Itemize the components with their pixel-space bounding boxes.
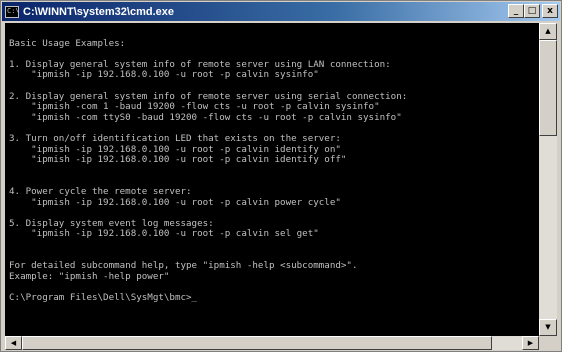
maximize-button[interactable]: □	[524, 4, 540, 18]
scroll-left-button[interactable]: ◀	[5, 336, 22, 350]
console-line: "ipmish -ip 192.168.0.100 -u root -p cal…	[9, 143, 341, 155]
close-button[interactable]: x	[542, 4, 558, 18]
console-line: 3. Turn on/off identification LED that e…	[9, 132, 341, 144]
window-title: C:\WINNT\system32\cmd.exe	[23, 5, 174, 18]
console-line: "ipmish -ip 192.168.0.100 -u root -p cal…	[9, 154, 347, 166]
cmd-prompt-icon[interactable]: C:\	[5, 5, 19, 18]
console-line: "ipmish -com 1 -baud 19200 -flow cts -u …	[9, 101, 380, 113]
horizontal-scroll-thumb[interactable]	[22, 336, 492, 350]
console-output[interactable]: Basic Usage Examples: 1. Display general…	[5, 23, 539, 336]
console-line: "ipmish -ip 192.168.0.100 -u root -p cal…	[9, 196, 341, 208]
scroll-right-button[interactable]: ▶	[522, 336, 539, 350]
cmd-window: C:\ C:\WINNT\system32\cmd.exe _ □ x Basi…	[0, 0, 562, 352]
vertical-scroll-thumb[interactable]	[539, 40, 557, 136]
console-line: 2. Display general system info of remote…	[9, 90, 408, 102]
console-text: Basic Usage Examples: 1. Display general…	[5, 23, 539, 303]
scroll-down-button[interactable]: ▼	[539, 319, 557, 336]
console-line: C:\Program Files\Dell\SysMgt\bmc>_	[9, 291, 198, 303]
title-bar[interactable]: C:\ C:\WINNT\system32\cmd.exe _ □ x	[2, 2, 560, 21]
console-line: 1. Display general system info of remote…	[9, 58, 391, 70]
console-line: Example: "ipmish -help power"	[9, 270, 170, 282]
console-line: "ipmish -com ttyS0 -baud 19200 -flow cts…	[9, 111, 402, 123]
console-line: "ipmish -ip 192.168.0.100 -u root -p cal…	[9, 69, 319, 81]
resize-corner[interactable]	[539, 336, 557, 350]
vertical-scrollbar[interactable]: ▲ ▼	[539, 23, 557, 336]
horizontal-scrollbar[interactable]: ◀ ▶	[5, 336, 539, 350]
window-controls: _ □ x	[508, 4, 558, 18]
console-line: 4. Power cycle the remote server:	[9, 185, 192, 197]
console-line: Basic Usage Examples:	[9, 37, 126, 49]
scroll-up-button[interactable]: ▲	[539, 23, 557, 40]
console-line: For detailed subcommand help, type "ipmi…	[9, 260, 358, 272]
console-line: "ipmish -ip 192.168.0.100 -u root -p cal…	[9, 228, 319, 240]
minimize-button[interactable]: _	[508, 4, 524, 18]
console-line: 5. Display system event log messages:	[9, 217, 214, 229]
